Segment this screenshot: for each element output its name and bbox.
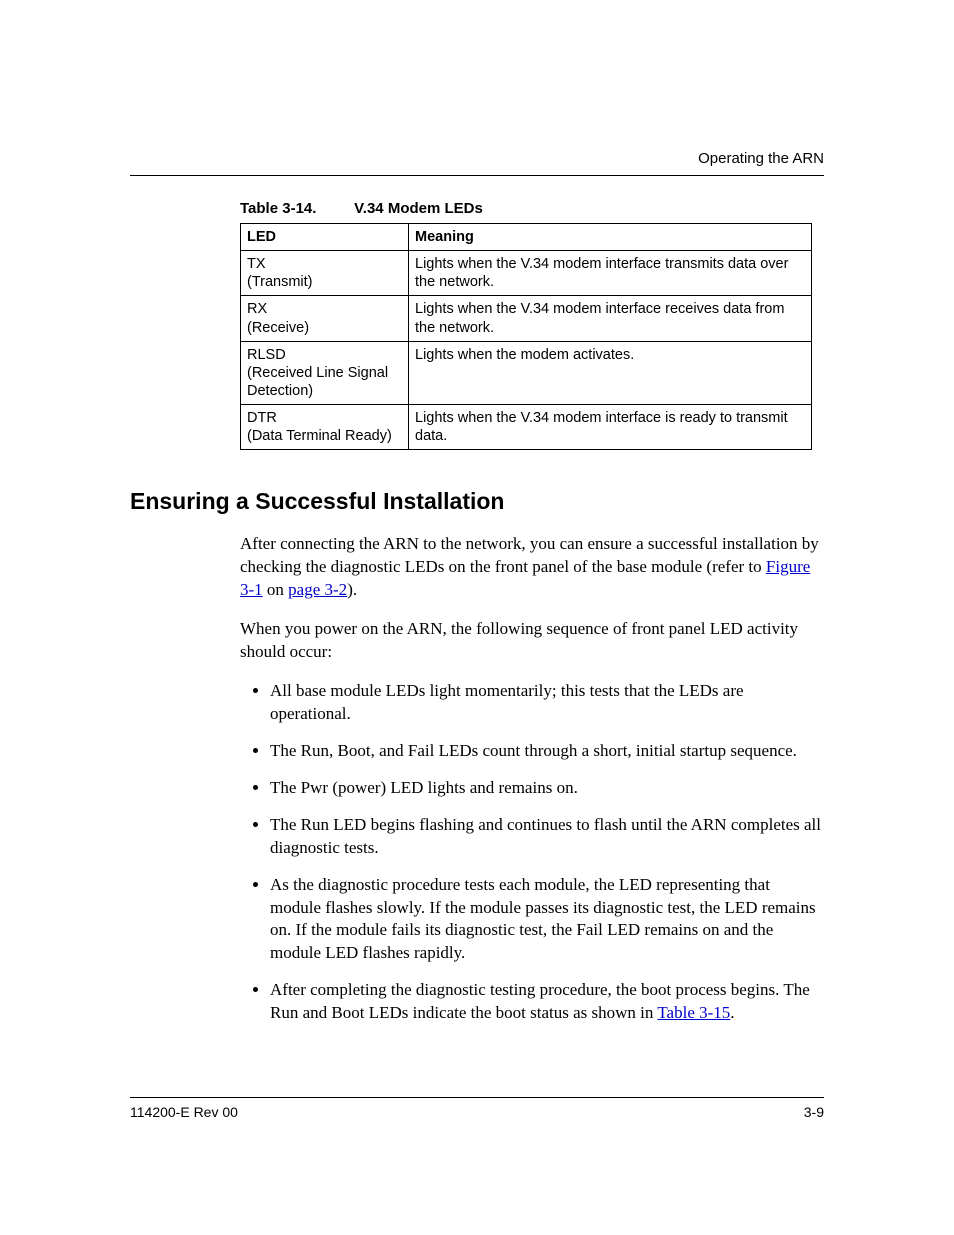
text-run: After connecting the ARN to the network,… (240, 534, 819, 576)
footer-page-number: 3-9 (804, 1104, 824, 1120)
cell-led: RLSD (Received Line Signal Detection) (241, 341, 409, 404)
running-header: Operating the ARN (130, 150, 824, 167)
table-row: TX (Transmit) Lights when the V.34 modem… (241, 251, 812, 296)
footer-rule (130, 1097, 824, 1098)
cell-meaning: Lights when the V.34 modem interface is … (409, 405, 812, 450)
table-number: Table 3-14. (240, 200, 350, 217)
table-title: V.34 Modem LEDs (354, 200, 483, 217)
col-header-meaning: Meaning (409, 224, 812, 251)
led-expansion: (Received Line Signal Detection) (247, 365, 388, 399)
table-row: RLSD (Received Line Signal Detection) Li… (241, 341, 812, 404)
table-row: DTR (Data Terminal Ready) Lights when th… (241, 405, 812, 450)
section-heading: Ensuring a Successful Installation (130, 488, 824, 515)
intro-paragraph-2: When you power on the ARN, the following… (240, 618, 824, 664)
cell-led: RX (Receive) (241, 296, 409, 341)
page-footer: 114200-E Rev 00 3-9 (130, 1097, 824, 1120)
led-name: DTR (247, 410, 277, 426)
col-header-led: LED (241, 224, 409, 251)
led-name: RLSD (247, 347, 286, 363)
table-caption: Table 3-14. V.34 Modem LEDs (240, 200, 824, 217)
led-expansion: (Data Terminal Ready) (247, 428, 392, 444)
led-expansion: (Transmit) (247, 274, 313, 290)
cell-meaning: Lights when the modem activates. (409, 341, 812, 404)
link-page-3-2[interactable]: page 3-2 (288, 580, 347, 599)
footer-doc-id: 114200-E Rev 00 (130, 1104, 238, 1120)
cell-led: DTR (Data Terminal Ready) (241, 405, 409, 450)
cell-meaning: Lights when the V.34 modem interface tra… (409, 251, 812, 296)
text-run: on (263, 580, 289, 599)
cell-led: TX (Transmit) (241, 251, 409, 296)
led-expansion: (Receive) (247, 320, 309, 336)
intro-paragraph-1: After connecting the ARN to the network,… (240, 533, 824, 602)
led-sequence-list: All base module LEDs light momentarily; … (240, 680, 824, 1025)
table-row: RX (Receive) Lights when the V.34 modem … (241, 296, 812, 341)
list-item: The Run LED begins flashing and continue… (270, 814, 824, 860)
cell-meaning: Lights when the V.34 modem interface rec… (409, 296, 812, 341)
list-item: As the diagnostic procedure tests each m… (270, 874, 824, 966)
text-run: . (730, 1003, 734, 1022)
modem-led-table: LED Meaning TX (Transmit) Lights when th… (240, 223, 812, 450)
header-rule (130, 175, 824, 176)
list-item: All base module LEDs light momentarily; … (270, 680, 824, 726)
list-item: After completing the diagnostic testing … (270, 979, 824, 1025)
text-run: ). (347, 580, 357, 599)
list-item: The Run, Boot, and Fail LEDs count throu… (270, 740, 824, 763)
led-name: TX (247, 256, 266, 272)
list-item: The Pwr (power) LED lights and remains o… (270, 777, 824, 800)
table-header-row: LED Meaning (241, 224, 812, 251)
led-name: RX (247, 301, 267, 317)
link-table-3-15[interactable]: Table 3-15 (657, 1003, 730, 1022)
